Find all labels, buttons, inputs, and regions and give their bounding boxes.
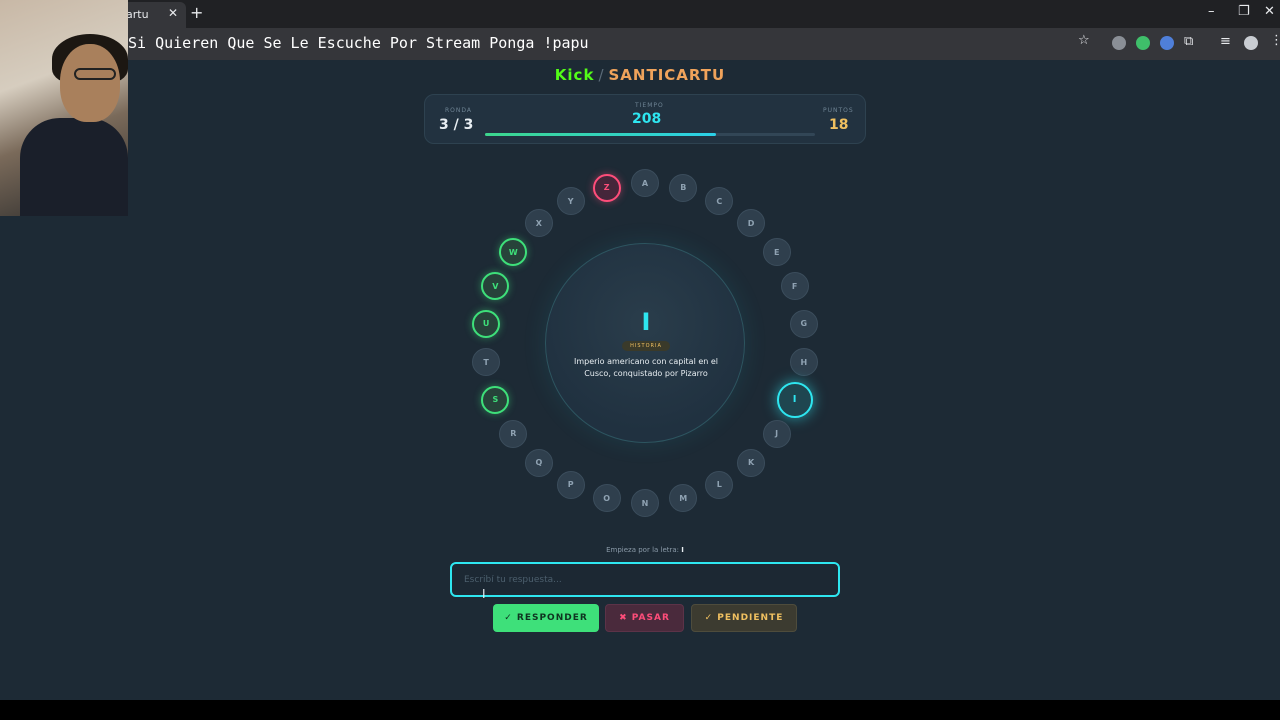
letter-b: B: [669, 173, 698, 202]
time-progress-fill: [485, 133, 716, 136]
webcam-person-glasses: [74, 68, 116, 80]
letter-v: V: [481, 272, 510, 301]
bookmark-star-icon[interactable]: ☆: [1078, 33, 1090, 48]
address-bar[interactable]: Si Quieren Que Se Le Escuche Por Stream …: [0, 28, 1280, 60]
text-cursor-icon: I: [482, 587, 486, 601]
letter-j: J: [762, 419, 791, 448]
extension-icon[interactable]: [1112, 36, 1126, 50]
time-value: 208: [632, 111, 662, 127]
letter-t: T: [472, 348, 501, 377]
letter-c: C: [705, 187, 734, 216]
hint-letter: I: [681, 546, 684, 554]
webcam-person-face: [60, 44, 120, 122]
bottom-strip: [0, 700, 1280, 720]
tab-title: artu: [126, 8, 149, 21]
brand-separator: /: [598, 66, 605, 84]
round-label: RONDA: [445, 107, 472, 114]
time-progress-bar: [485, 133, 815, 136]
letter-s: S: [481, 385, 510, 414]
extension-icon[interactable]: [1160, 36, 1174, 50]
round-value: 3 / 3: [439, 117, 474, 133]
address-text[interactable]: Si Quieren Que Se Le Escuche Por Stream …: [128, 34, 589, 52]
minimize-button[interactable]: –: [1208, 4, 1215, 19]
letter-k: K: [737, 448, 766, 477]
letter-r: R: [499, 419, 528, 448]
skip-button[interactable]: ✖ PASAR: [605, 604, 684, 632]
letter-w: W: [499, 238, 528, 267]
webcam-person-body: [20, 118, 128, 216]
letter-l: L: [705, 470, 734, 499]
points-label: PUNTOS: [823, 107, 854, 114]
letter-f: F: [780, 272, 809, 301]
letter-hint: Empieza por la letra: I: [0, 546, 1280, 554]
letter-q: Q: [524, 448, 553, 477]
letter-e: E: [762, 238, 791, 267]
question-circle: I HISTORIA Imperio americano con capital…: [545, 243, 745, 443]
respond-button[interactable]: ✓ RESPONDER: [493, 604, 599, 632]
letter-i: I: [776, 381, 813, 418]
letter-d: D: [737, 209, 766, 238]
letter-u: U: [472, 309, 501, 338]
letter-z: Z: [592, 173, 621, 202]
letter-a: A: [631, 169, 659, 197]
browser-tab-bar: artu ✕ + – ❐ ✕: [0, 0, 1280, 28]
tab-close-icon[interactable]: ✕: [168, 6, 178, 20]
extension-icon[interactable]: [1136, 36, 1150, 50]
pending-button[interactable]: ✓ PENDIENTE: [691, 604, 797, 632]
profile-avatar[interactable]: [1244, 36, 1258, 50]
platform-logo: Kick: [554, 66, 595, 84]
puzzle-icon[interactable]: ⧉: [1184, 34, 1193, 49]
stats-panel: RONDA 3 / 3 TIEMPO 208 PUNTOS 18: [424, 94, 866, 144]
current-letter: I: [641, 308, 651, 336]
brand-header: Kick / SANTICARTU: [0, 66, 1280, 84]
webcam-overlay: [0, 0, 128, 216]
restore-button[interactable]: ❐: [1238, 4, 1250, 19]
menu-icon[interactable]: ⋮: [1270, 33, 1280, 48]
letter-x: X: [524, 209, 553, 238]
time-label: TIEMPO: [635, 102, 664, 109]
letter-m: M: [669, 484, 698, 513]
letter-n: N: [631, 489, 659, 517]
letter-h: H: [789, 348, 818, 377]
channel-name: SANTICARTU: [608, 66, 726, 84]
game-page: Kick / SANTICARTU RONDA 3 / 3 TIEMPO 208 P…: [0, 60, 1280, 700]
category-badge: HISTORIA: [622, 341, 670, 351]
answer-input[interactable]: [450, 562, 840, 597]
points-value: 18: [829, 117, 849, 133]
hint-prefix: Empieza por la letra:: [606, 546, 680, 554]
letter-p: P: [556, 470, 585, 499]
letter-g: G: [789, 309, 818, 338]
clue-text: Imperio americano con capital en el Cusc…: [573, 357, 719, 378]
new-tab-button[interactable]: +: [190, 3, 203, 22]
letter-o: O: [592, 484, 621, 513]
media-icon[interactable]: ≡: [1220, 34, 1231, 49]
close-window-button[interactable]: ✕: [1264, 4, 1275, 19]
letter-y: Y: [556, 187, 585, 216]
